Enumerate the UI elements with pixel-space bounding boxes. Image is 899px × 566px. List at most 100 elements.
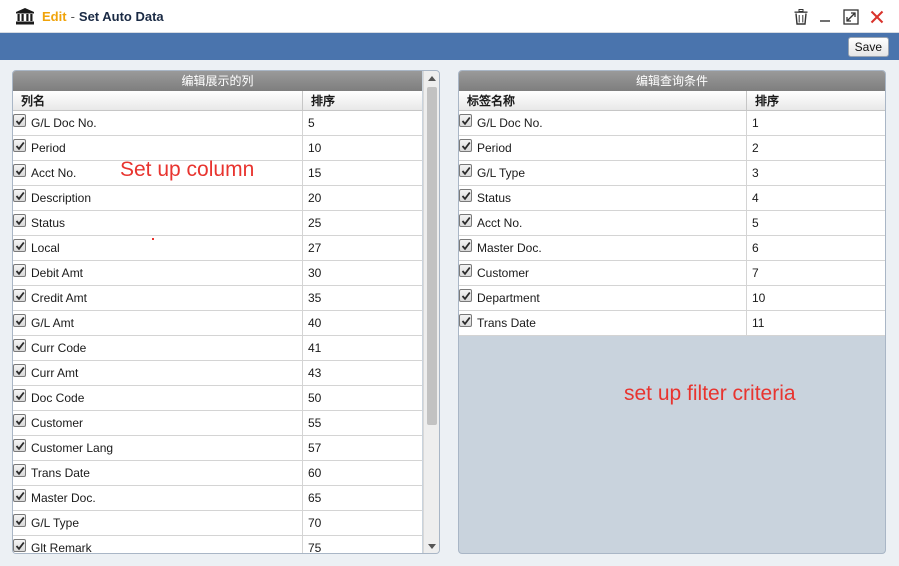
title-separator: -	[70, 9, 75, 24]
table-row[interactable]: Customer 7	[459, 261, 885, 286]
table-row[interactable]: Curr Amt 43	[13, 361, 422, 386]
row-order[interactable]: 30	[303, 261, 422, 285]
table-row[interactable]: Master Doc. 65	[13, 486, 422, 511]
filter-header-name[interactable]: 标签名称	[459, 91, 747, 110]
row-order[interactable]: 55	[303, 411, 422, 435]
table-row[interactable]: Local 27	[13, 236, 422, 261]
row-checkbox[interactable]	[13, 139, 26, 152]
row-order[interactable]: 11	[747, 311, 885, 335]
row-order[interactable]: 70	[303, 511, 422, 535]
trash-icon[interactable]	[792, 8, 810, 26]
columns-scrollbar[interactable]	[423, 71, 439, 553]
row-order[interactable]: 43	[303, 361, 422, 385]
row-checkbox[interactable]	[13, 239, 26, 252]
row-order[interactable]: 5	[303, 111, 422, 135]
table-row[interactable]: G/L Amt 40	[13, 311, 422, 336]
scroll-up-icon[interactable]	[424, 71, 439, 85]
table-row[interactable]: Customer Lang 57	[13, 436, 422, 461]
table-row[interactable]: G/L Doc No. 5	[13, 111, 422, 136]
table-row[interactable]: Customer 55	[13, 411, 422, 436]
row-order[interactable]: 57	[303, 436, 422, 460]
table-row[interactable]: G/L Type 70	[13, 511, 422, 536]
row-checkbox[interactable]	[13, 214, 26, 227]
row-label: G/L Type	[477, 166, 526, 180]
table-row[interactable]: Trans Date 60	[13, 461, 422, 486]
row-order[interactable]: 2	[747, 136, 885, 160]
row-checkbox[interactable]	[459, 264, 472, 277]
table-row[interactable]: Master Doc. 6	[459, 236, 885, 261]
maximize-icon[interactable]	[842, 8, 860, 26]
row-checkbox[interactable]	[13, 464, 26, 477]
row-order[interactable]: 60	[303, 461, 422, 485]
row-checkbox[interactable]	[13, 364, 26, 377]
column-header-order[interactable]: 排序	[303, 91, 422, 110]
row-checkbox[interactable]	[13, 289, 26, 302]
row-checkbox[interactable]	[13, 164, 26, 177]
scroll-down-icon[interactable]	[424, 539, 439, 553]
row-order[interactable]: 1	[747, 111, 885, 135]
filter-header-order[interactable]: 排序	[747, 91, 885, 110]
row-order[interactable]: 27	[303, 236, 422, 260]
row-checkbox[interactable]	[13, 539, 26, 552]
annotation-columns: Set up column	[120, 158, 255, 181]
table-row[interactable]: Acct No. 5	[459, 211, 885, 236]
row-checkbox[interactable]	[459, 214, 472, 227]
columns-panel: 编辑展示的列 列名 排序 G/L Doc No. 5 Period 10 Acc…	[12, 70, 440, 554]
row-order[interactable]: 50	[303, 386, 422, 410]
row-order[interactable]: 40	[303, 311, 422, 335]
row-label: Period	[31, 141, 66, 155]
row-order[interactable]: 5	[747, 211, 885, 235]
row-checkbox[interactable]	[459, 114, 472, 127]
column-header-name[interactable]: 列名	[13, 91, 303, 110]
row-checkbox[interactable]	[13, 264, 26, 277]
close-icon[interactable]	[868, 8, 886, 26]
scrollbar-thumb[interactable]	[427, 87, 437, 425]
table-row[interactable]: Doc Code 50	[13, 386, 422, 411]
row-checkbox[interactable]	[13, 189, 26, 202]
row-checkbox[interactable]	[459, 189, 472, 202]
table-row[interactable]: Debit Amt 30	[13, 261, 422, 286]
row-order[interactable]: 20	[303, 186, 422, 210]
row-checkbox[interactable]	[459, 289, 472, 302]
row-order[interactable]: 3	[747, 161, 885, 185]
row-checkbox[interactable]	[459, 239, 472, 252]
row-checkbox[interactable]	[459, 314, 472, 327]
row-checkbox[interactable]	[13, 114, 26, 127]
table-row[interactable]: Glt Remark 75	[13, 536, 422, 553]
table-row[interactable]: Period 2	[459, 136, 885, 161]
table-row[interactable]: Department 10	[459, 286, 885, 311]
row-checkbox[interactable]	[13, 439, 26, 452]
table-row[interactable]: G/L Doc No. 1	[459, 111, 885, 136]
row-order[interactable]: 15	[303, 161, 422, 185]
row-checkbox[interactable]	[13, 489, 26, 502]
row-order[interactable]: 7	[747, 261, 885, 285]
row-checkbox[interactable]	[13, 389, 26, 402]
table-row[interactable]: Trans Date 11	[459, 311, 885, 336]
row-order[interactable]: 75	[303, 536, 422, 553]
table-row[interactable]: Status 25	[13, 211, 422, 236]
row-order[interactable]: 4	[747, 186, 885, 210]
row-checkbox[interactable]	[13, 339, 26, 352]
table-row[interactable]: Curr Code 41	[13, 336, 422, 361]
row-checkbox[interactable]	[459, 164, 472, 177]
row-order[interactable]: 41	[303, 336, 422, 360]
table-row[interactable]: Credit Amt 35	[13, 286, 422, 311]
row-name-cell: Curr Amt	[13, 361, 303, 385]
checkmark-icon	[15, 341, 25, 351]
table-row[interactable]: Status 4	[459, 186, 885, 211]
row-checkbox[interactable]	[13, 514, 26, 527]
save-button[interactable]: Save	[847, 37, 889, 57]
table-row[interactable]: G/L Type 3	[459, 161, 885, 186]
row-order[interactable]: 10	[303, 136, 422, 160]
table-row[interactable]: Description 20	[13, 186, 422, 211]
minimize-icon[interactable]	[816, 8, 834, 26]
row-order[interactable]: 25	[303, 211, 422, 235]
row-order[interactable]: 10	[747, 286, 885, 310]
row-order[interactable]: 35	[303, 286, 422, 310]
row-label: Customer	[477, 266, 530, 280]
row-order[interactable]: 6	[747, 236, 885, 260]
row-checkbox[interactable]	[459, 139, 472, 152]
row-order[interactable]: 65	[303, 486, 422, 510]
row-checkbox[interactable]	[13, 314, 26, 327]
row-checkbox[interactable]	[13, 414, 26, 427]
